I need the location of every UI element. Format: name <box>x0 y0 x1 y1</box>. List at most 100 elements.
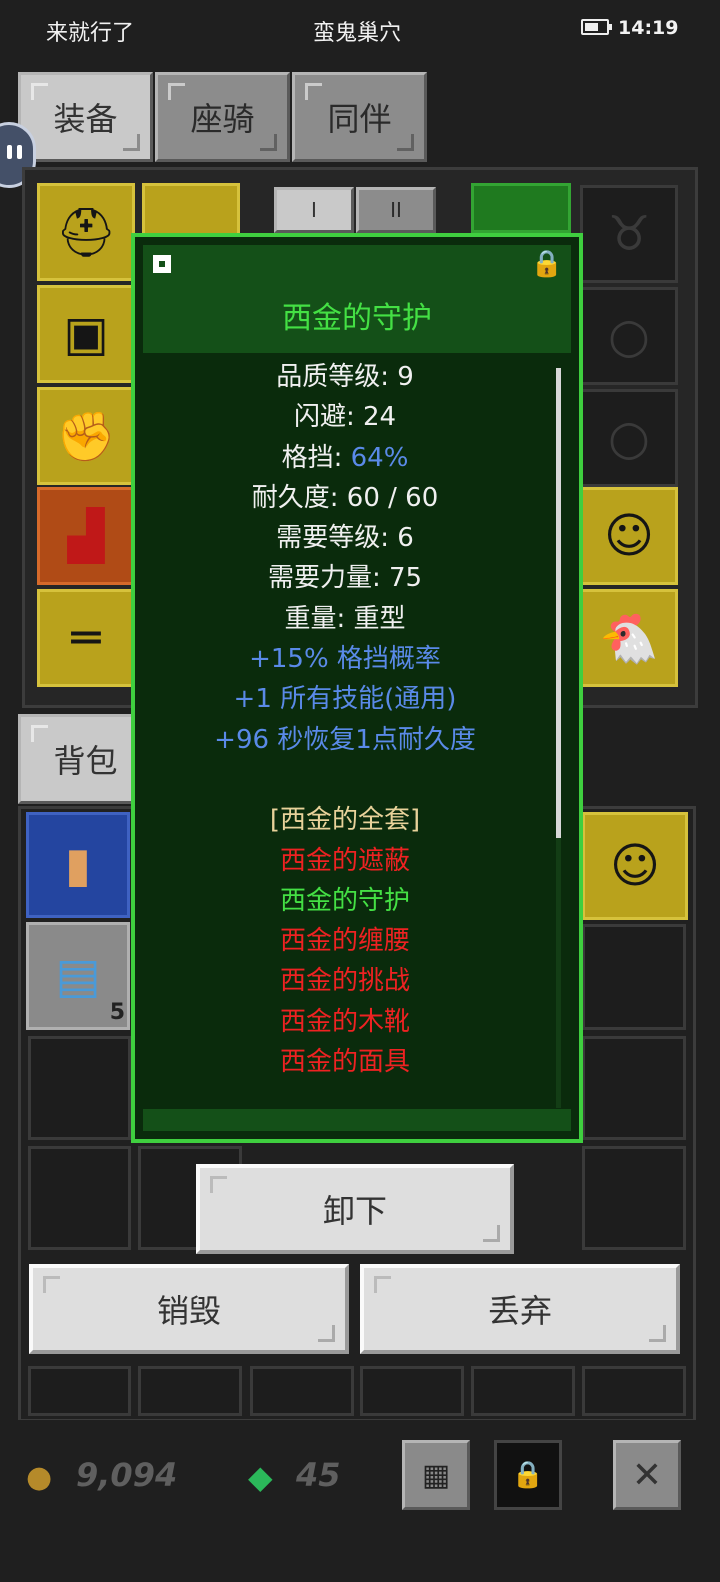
necklace-slot[interactable]: ♉ <box>580 185 678 283</box>
destroy-button[interactable]: 销毁 <box>29 1264 349 1354</box>
inventory-slot-charm[interactable]: ☺ <box>582 812 688 920</box>
scrollbar-thumb[interactable] <box>556 368 561 838</box>
stat-value: 9 <box>397 362 414 392</box>
spirit-icon: ☺ <box>603 508 655 564</box>
page-title: 蛮鬼巢穴 <box>313 21 402 46</box>
boots-icon: ▟ <box>67 508 105 564</box>
set-item-missing: 西金的缠腰 <box>279 926 410 957</box>
stat-dodge: 闪避: 24 <box>145 397 545 437</box>
inventory-slot[interactable] <box>582 1146 686 1250</box>
tab-backpack-label: 背包 <box>53 742 118 780</box>
compare-icon[interactable] <box>153 255 171 273</box>
inventory-slot[interactable] <box>360 1366 464 1416</box>
inventory-slot[interactable] <box>582 1366 686 1416</box>
scroll-icon: ▮ <box>64 837 92 893</box>
charm-slot-1[interactable]: ☺ <box>580 487 678 585</box>
grid-icon: ▦ <box>421 1457 451 1493</box>
shield-slot[interactable] <box>471 183 571 233</box>
stat-label: 需要力量: <box>267 563 389 594</box>
inventory-slot-scrolls[interactable]: ▤ 5 <box>26 922 130 1030</box>
grid-button[interactable]: ▦ <box>402 1440 470 1510</box>
stat-label: 需要等级: <box>276 523 398 554</box>
set-item-missing: 西金的挑战 <box>279 966 410 997</box>
affix-line: +96 秒恢复1点耐久度 <box>214 724 476 755</box>
stat-value: 60 / 60 <box>346 482 439 513</box>
stat-label: 闪避: <box>293 402 363 433</box>
unequip-button[interactable]: 卸下 <box>196 1164 514 1254</box>
stat-label: 品质等级: <box>276 362 398 392</box>
item-name: 西金的守护 <box>282 301 432 336</box>
weapon-set-tab-2-label: II <box>390 198 402 222</box>
lock-icon[interactable]: 🔒 <box>531 249 563 279</box>
inventory-slot-scroll-item[interactable]: ▮ <box>26 812 130 918</box>
item-tooltip: 🔒 西金的守护 品质等级: 9 闪避: 24 格挡: 64% 耐久度: 60 /… <box>131 233 583 1143</box>
tab-equipment[interactable]: 装备 <box>18 72 153 162</box>
close-button[interactable]: ✕ <box>613 1440 681 1510</box>
inventory-slot[interactable] <box>471 1366 575 1416</box>
unequip-button-label: 卸下 <box>322 1192 387 1230</box>
status-left-text: 来就行了 <box>46 21 135 46</box>
set-item-owned: 西金的守护 <box>279 885 410 916</box>
lock-button[interactable]: 🔒 <box>494 1440 562 1510</box>
battery-icon <box>581 19 612 35</box>
drop-button-label: 丢弃 <box>487 1292 552 1330</box>
boots-slot[interactable]: ▟ <box>37 487 135 585</box>
stat-label: 耐久度: <box>251 482 347 513</box>
inventory-slot[interactable] <box>28 1146 131 1250</box>
helmet-slot[interactable]: ⛑ <box>37 183 135 281</box>
stat-value: 75 <box>388 563 423 594</box>
weapon-set-tab-1-label: I <box>311 198 317 222</box>
gauntlet-icon: ✊ <box>56 408 116 465</box>
destroy-button-label: 销毁 <box>156 1292 221 1330</box>
inventory-slot[interactable] <box>582 924 686 1030</box>
tooltip-footer <box>143 1109 571 1131</box>
tab-mount[interactable]: 座骑 <box>155 72 290 162</box>
ring-slot-2[interactable]: ○ <box>580 389 678 487</box>
status-bar: 来就行了 蛮鬼巢穴 14:19 <box>0 0 720 58</box>
gold-coins-icon: ● <box>26 1460 53 1495</box>
inventory-slot[interactable] <box>28 1366 131 1416</box>
inventory-slot[interactable] <box>250 1366 354 1416</box>
set-title: [西金的全套] <box>269 805 421 836</box>
inventory-slot[interactable] <box>582 1036 686 1140</box>
item-count: 5 <box>109 1000 125 1025</box>
charm-slot-2[interactable]: 🐔 <box>580 589 678 687</box>
inventory-slot[interactable] <box>28 1036 131 1140</box>
chicken-icon: 🐔 <box>599 610 659 667</box>
green-gem-icon: ◆ <box>248 1458 273 1496</box>
tab-companion[interactable]: 同伴 <box>292 72 427 162</box>
inventory-slot[interactable] <box>138 1366 242 1416</box>
gem-amount: 45 <box>296 1456 341 1494</box>
tooltip-scrollbar[interactable] <box>556 368 561 1108</box>
stat-quality: 品质等级: 9 <box>145 357 545 397</box>
tab-equipment-label: 装备 <box>53 100 118 138</box>
necklace-icon: ♉ <box>607 206 651 262</box>
gloves-slot[interactable]: ✊ <box>37 387 135 485</box>
affix-line: +1 所有技能(通用) <box>233 684 457 715</box>
stat-durability: 耐久度: 60 / 60 <box>145 478 545 518</box>
weapon-set-tab-1[interactable]: I <box>274 187 354 233</box>
tab-companion-label: 同伴 <box>327 100 392 138</box>
set-item-missing: 西金的木靴 <box>279 1006 410 1037</box>
stat-value: 6 <box>397 523 414 554</box>
stat-weight: 重量: 重型 <box>145 599 545 639</box>
armor-slot[interactable]: ▣ <box>37 285 135 383</box>
tooltip-header: 🔒 西金的守护 <box>143 245 571 353</box>
spirit-icon: ☺ <box>609 838 661 894</box>
ring-slot-1[interactable]: ○ <box>580 287 678 385</box>
tab-mount-label: 座骑 <box>190 100 255 138</box>
stat-label: 重量: <box>284 603 354 634</box>
clock: 14:19 <box>618 17 679 39</box>
gold-amount: 9,094 <box>76 1456 178 1494</box>
helmet-icon: ⛑ <box>55 204 117 261</box>
belt-slot[interactable]: ═ <box>37 589 135 687</box>
stat-required-level: 需要等级: 6 <box>145 518 545 558</box>
bottom-bar: ● 9,094 ◆ 45 ▦ 🔒 ✕ <box>0 1420 720 1582</box>
stat-value: 重型 <box>353 603 406 634</box>
weapon-set-tab-2[interactable]: II <box>356 187 436 233</box>
stat-label: 格挡: <box>281 442 351 473</box>
close-icon: ✕ <box>631 1454 663 1496</box>
stat-value: 24 <box>362 402 397 433</box>
drop-button[interactable]: 丢弃 <box>360 1264 680 1354</box>
